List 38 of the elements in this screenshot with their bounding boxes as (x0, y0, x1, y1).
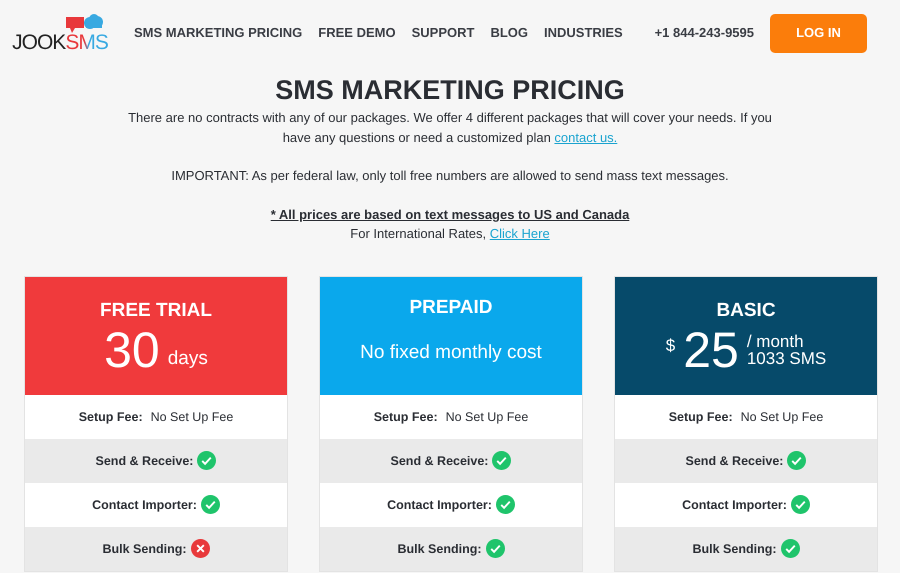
trial-unit: days (168, 346, 208, 371)
important-notice: IMPORTANT: As per federal law, only toll free numbers are allowed to send mass text messages. (170, 167, 730, 186)
feature-label: Contact Importer: (682, 496, 787, 514)
international-rates-text: For International Rates, Click Here (349, 225, 551, 244)
feature-label: Send & Receive: (390, 452, 488, 470)
trial-length: 30 (104, 325, 160, 376)
plan-name: BASIC (716, 298, 776, 323)
nav-link[interactable]: INDUSTRIES (544, 23, 623, 43)
feature-value: No Set Up Fee (150, 408, 234, 426)
sms-quota: 1033 SMS (746, 350, 826, 368)
feature-label: Contact Importer: (387, 496, 492, 514)
phone-number: +1 844-243-9595 (654, 24, 754, 42)
prices-note: * All prices are based on text messages to US and Canada (270, 206, 630, 224)
logo-wordmark[interactable]: JOOKSMS (12, 32, 108, 52)
nav-link[interactable]: SMS MARKETING PRICING (134, 23, 302, 43)
feature-label: Send & Receive: (96, 452, 194, 470)
feature-label: Setup Fee: (374, 408, 438, 426)
nav-link[interactable]: BLOG (490, 23, 528, 43)
page-title: SMS MARKETING PRICING (274, 74, 626, 106)
billing-period: / month (746, 333, 805, 350)
feature-label: Send & Receive: (686, 452, 784, 470)
nav-link[interactable]: FREE DEMO (318, 23, 396, 43)
plan-name: PREPAID (409, 296, 493, 320)
currency-symbol: $ (666, 335, 676, 358)
feature-label: Bulk Sending: (692, 540, 777, 558)
chat-bubbles-icon (66, 14, 104, 34)
feature-label: Bulk Sending: (102, 540, 187, 558)
price-amount: 25 (683, 325, 739, 376)
feature-value: No Set Up Fee (740, 408, 824, 426)
intro-paragraph: There are no contracts with any of our packages. We offer 4 different packages that will cover your needs. If you have any questions or need a customized plan contact us. (127, 109, 773, 147)
plan-name: FREE TRIAL (100, 298, 212, 323)
feature-label: Setup Fee: (668, 408, 733, 426)
feature-label: Bulk Sending: (397, 540, 482, 558)
feature-value: No Set Up Fee (446, 408, 528, 426)
feature-label: Contact Importer: (92, 496, 197, 514)
feature-label: Setup Fee: (78, 408, 143, 426)
plan-subtitle: No fixed monthly cost (360, 340, 542, 365)
nav-link[interactable]: SUPPORT (412, 23, 474, 43)
